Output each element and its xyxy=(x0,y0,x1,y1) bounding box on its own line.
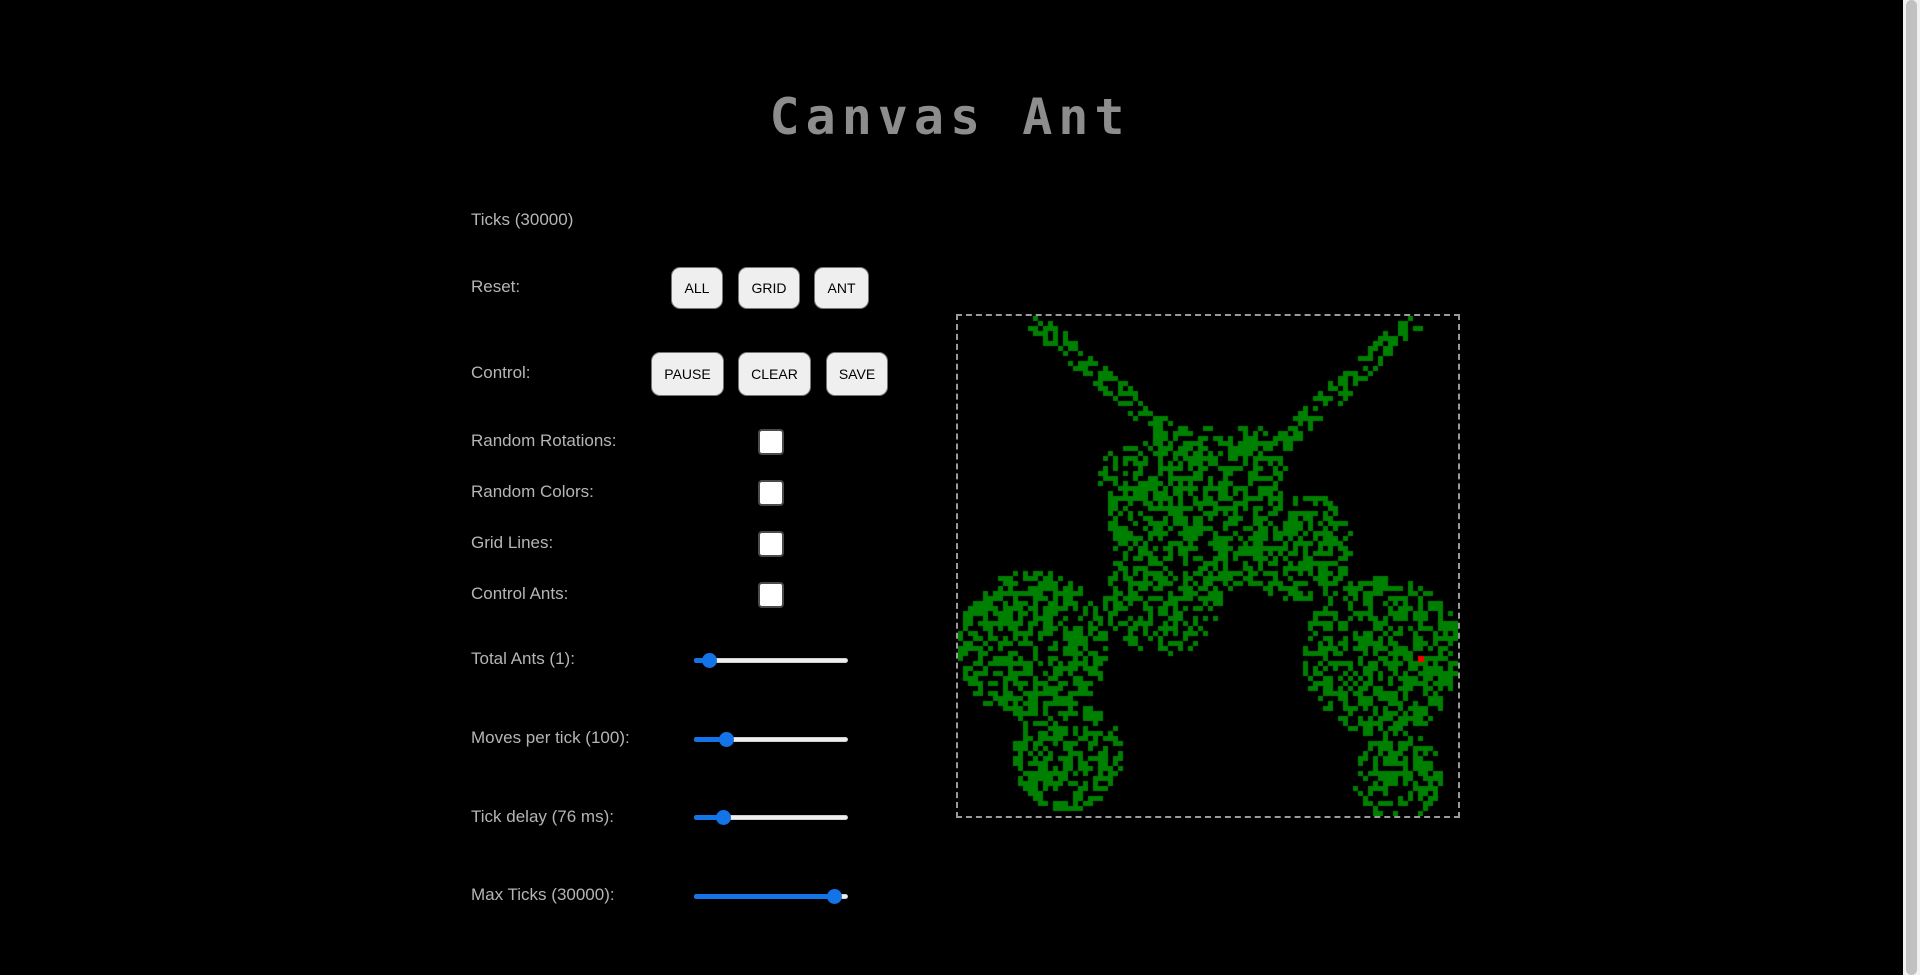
control-ants-checkbox[interactable] xyxy=(758,582,784,608)
tick-delay-label: Tick delay (76 ms): xyxy=(471,807,614,826)
grid-lines-label: Grid Lines: xyxy=(471,533,554,552)
moves-per-tick-label: Moves per tick (100): xyxy=(471,728,630,747)
ant-canvas-frame[interactable] xyxy=(956,314,1460,818)
slider-thumb[interactable] xyxy=(827,889,843,904)
tick-delay-slider[interactable] xyxy=(694,807,848,827)
random-colors-checkbox[interactable] xyxy=(758,480,784,506)
random-rotations-checkbox[interactable] xyxy=(758,429,784,455)
control-ants-label: Control Ants: xyxy=(471,584,569,603)
ant-grid-canvas[interactable] xyxy=(958,316,1458,816)
slider-thumb[interactable] xyxy=(716,810,732,825)
page-title: Canvas Ant xyxy=(769,88,1131,146)
slider-track xyxy=(694,658,848,663)
pause-button[interactable]: PAUSE xyxy=(651,352,724,396)
slider-thumb[interactable] xyxy=(702,653,718,668)
grid-lines-checkbox[interactable] xyxy=(758,531,784,557)
total-ants-label: Total Ants (1): xyxy=(471,649,575,668)
max-ticks-label: Max Ticks (30000): xyxy=(471,885,615,904)
slider-thumb[interactable] xyxy=(719,732,735,747)
reset-grid-button[interactable]: GRID xyxy=(738,267,800,309)
total-ants-slider[interactable] xyxy=(694,650,848,670)
slider-fill xyxy=(694,894,835,899)
page-scrollbar[interactable] xyxy=(1903,0,1920,975)
reset-label: Reset: xyxy=(471,277,521,296)
control-label: Control: xyxy=(471,363,531,382)
reset-ant-button[interactable]: ANT xyxy=(814,267,869,309)
clear-button[interactable]: CLEAR xyxy=(738,352,811,396)
random-colors-label: Random Colors: xyxy=(471,482,594,501)
reset-all-button[interactable]: ALL xyxy=(671,267,723,309)
ticks-counter: Ticks (30000) xyxy=(471,210,574,229)
max-ticks-slider[interactable] xyxy=(694,886,848,906)
moves-per-tick-slider[interactable] xyxy=(694,729,848,749)
random-rotations-label: Random Rotations: xyxy=(471,431,617,450)
save-button[interactable]: SAVE xyxy=(826,352,888,396)
app-root: Canvas Ant Ticks (30000) Reset: ALL GRID… xyxy=(0,0,1920,975)
scrollbar-thumb[interactable] xyxy=(1906,0,1917,975)
